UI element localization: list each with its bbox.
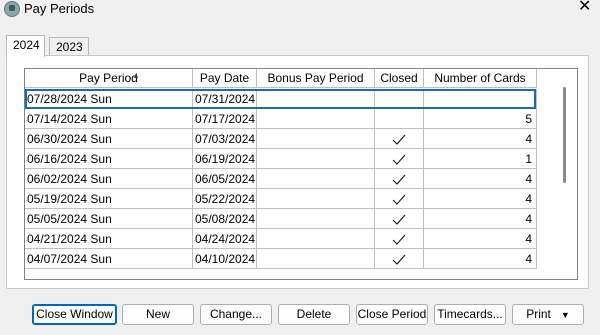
pay-date-cell: 05/22/2024 [193, 189, 257, 209]
closed-cell [375, 89, 424, 109]
checkmark-icon [392, 154, 406, 165]
new-button[interactable]: New [122, 304, 194, 325]
table-row[interactable]: 05/05/2024 Sun 05/08/2024 4 [25, 209, 537, 229]
tab-panel: ▲ Pay Period Pay Date Bonus Pay Period C… [6, 55, 589, 289]
closed-cell [375, 209, 424, 229]
pay-period-cell: 07/14/2024 Sun [25, 109, 193, 129]
closed-cell [375, 149, 424, 169]
bonus-pay-period-cell [257, 149, 375, 169]
checkmark-icon [392, 234, 406, 245]
bonus-pay-period-cell [257, 109, 375, 129]
checkmark-icon [392, 254, 406, 265]
table-row[interactable]: 06/16/2024 Sun 06/19/2024 1 [25, 149, 537, 169]
number-of-cards-cell: 4 [424, 189, 537, 209]
bonus-pay-period-cell [257, 89, 375, 109]
dropdown-caret-icon: ▼ [560, 310, 570, 320]
pay-date-cell: 05/08/2024 [193, 209, 257, 229]
print-button-label: Print [526, 307, 551, 321]
closed-cell [375, 129, 424, 149]
scrollbar-thumb[interactable] [563, 87, 566, 183]
closed-cell [375, 169, 424, 189]
pay-date-cell: 07/17/2024 [193, 109, 257, 129]
pay-period-cell: 06/30/2024 Sun [25, 129, 193, 149]
bonus-pay-period-cell [257, 169, 375, 189]
title-bar: Pay Periods ✕ [0, 0, 600, 22]
pay-period-cell: 05/05/2024 Sun [25, 209, 193, 229]
bonus-pay-period-cell [257, 209, 375, 229]
number-of-cards-cell: 4 [424, 249, 537, 269]
delete-button[interactable]: Delete [278, 304, 350, 325]
pay-period-cell: 06/02/2024 Sun [25, 169, 193, 189]
column-header-pay-date[interactable]: Pay Date [193, 69, 257, 88]
checkmark-icon [392, 134, 406, 145]
pay-date-cell: 04/10/2024 [193, 249, 257, 269]
pay-period-cell: 07/28/2024 Sun [25, 89, 193, 109]
pay-period-cell: 04/07/2024 Sun [25, 249, 193, 269]
pay-date-cell: 07/03/2024 [193, 129, 257, 149]
pay-date-cell: 07/31/2024 [193, 89, 257, 109]
number-of-cards-cell: 4 [424, 129, 537, 149]
pay-date-cell: 04/24/2024 [193, 229, 257, 249]
column-header-bonus-pay-period[interactable]: Bonus Pay Period [257, 69, 375, 88]
pay-period-cell: 06/16/2024 Sun [25, 149, 193, 169]
bonus-pay-period-cell [257, 189, 375, 209]
table-row[interactable]: 06/30/2024 Sun 07/03/2024 4 [25, 129, 537, 149]
window-title: Pay Periods [24, 1, 95, 16]
table-row[interactable]: 05/19/2024 Sun 05/22/2024 4 [25, 189, 537, 209]
checkmark-icon [392, 214, 406, 225]
table-row[interactable]: 04/07/2024 Sun 04/10/2024 4 [25, 249, 537, 269]
close-period-button[interactable]: Close Period [356, 304, 428, 325]
column-header-closed[interactable]: Closed [375, 69, 424, 88]
print-button[interactable]: Print ▼ [512, 304, 584, 325]
checkmark-icon [392, 194, 406, 205]
change-button[interactable]: Change... [200, 304, 272, 325]
number-of-cards-cell: 4 [424, 229, 537, 249]
closed-cell [375, 249, 424, 269]
closed-cell [375, 229, 424, 249]
tab-2024[interactable]: 2024 [6, 35, 45, 57]
bonus-pay-period-cell [257, 229, 375, 249]
pay-period-cell: 04/21/2024 Sun [25, 229, 193, 249]
table-row[interactable]: 06/02/2024 Sun 06/05/2024 4 [25, 169, 537, 189]
table-row[interactable]: 07/14/2024 Sun 07/17/2024 5 [25, 109, 537, 129]
app-icon [4, 1, 20, 17]
column-header-pay-period[interactable]: ▲ Pay Period [25, 69, 193, 88]
pay-periods-grid: ▲ Pay Period Pay Date Bonus Pay Period C… [24, 68, 578, 280]
pay-date-cell: 06/05/2024 [193, 169, 257, 189]
checkmark-icon [392, 174, 406, 185]
bonus-pay-period-cell [257, 249, 375, 269]
table-row[interactable]: 04/21/2024 Sun 04/24/2024 4 [25, 229, 537, 249]
number-of-cards-cell [424, 89, 537, 109]
closed-cell [375, 189, 424, 209]
tab-2023[interactable]: 2023 [49, 37, 89, 55]
number-of-cards-cell: 4 [424, 169, 537, 189]
close-icon[interactable]: ✕ [578, 0, 591, 16]
column-header-number-of-cards[interactable]: Number of Cards [424, 69, 537, 88]
number-of-cards-cell: 4 [424, 209, 537, 229]
number-of-cards-cell: 1 [424, 149, 537, 169]
closed-cell [375, 109, 424, 129]
timecards-button[interactable]: Timecards... [434, 304, 506, 325]
pay-period-cell: 05/19/2024 Sun [25, 189, 193, 209]
pay-date-cell: 06/19/2024 [193, 149, 257, 169]
close-window-button[interactable]: Close Window [32, 304, 117, 325]
bonus-pay-period-cell [257, 129, 375, 149]
table-row[interactable]: 07/28/2024 Sun 07/31/2024 [25, 89, 537, 109]
vertical-scrollbar[interactable] [555, 69, 577, 279]
sort-ascending-icon: ▲ [132, 71, 140, 80]
number-of-cards-cell: 5 [424, 109, 537, 129]
